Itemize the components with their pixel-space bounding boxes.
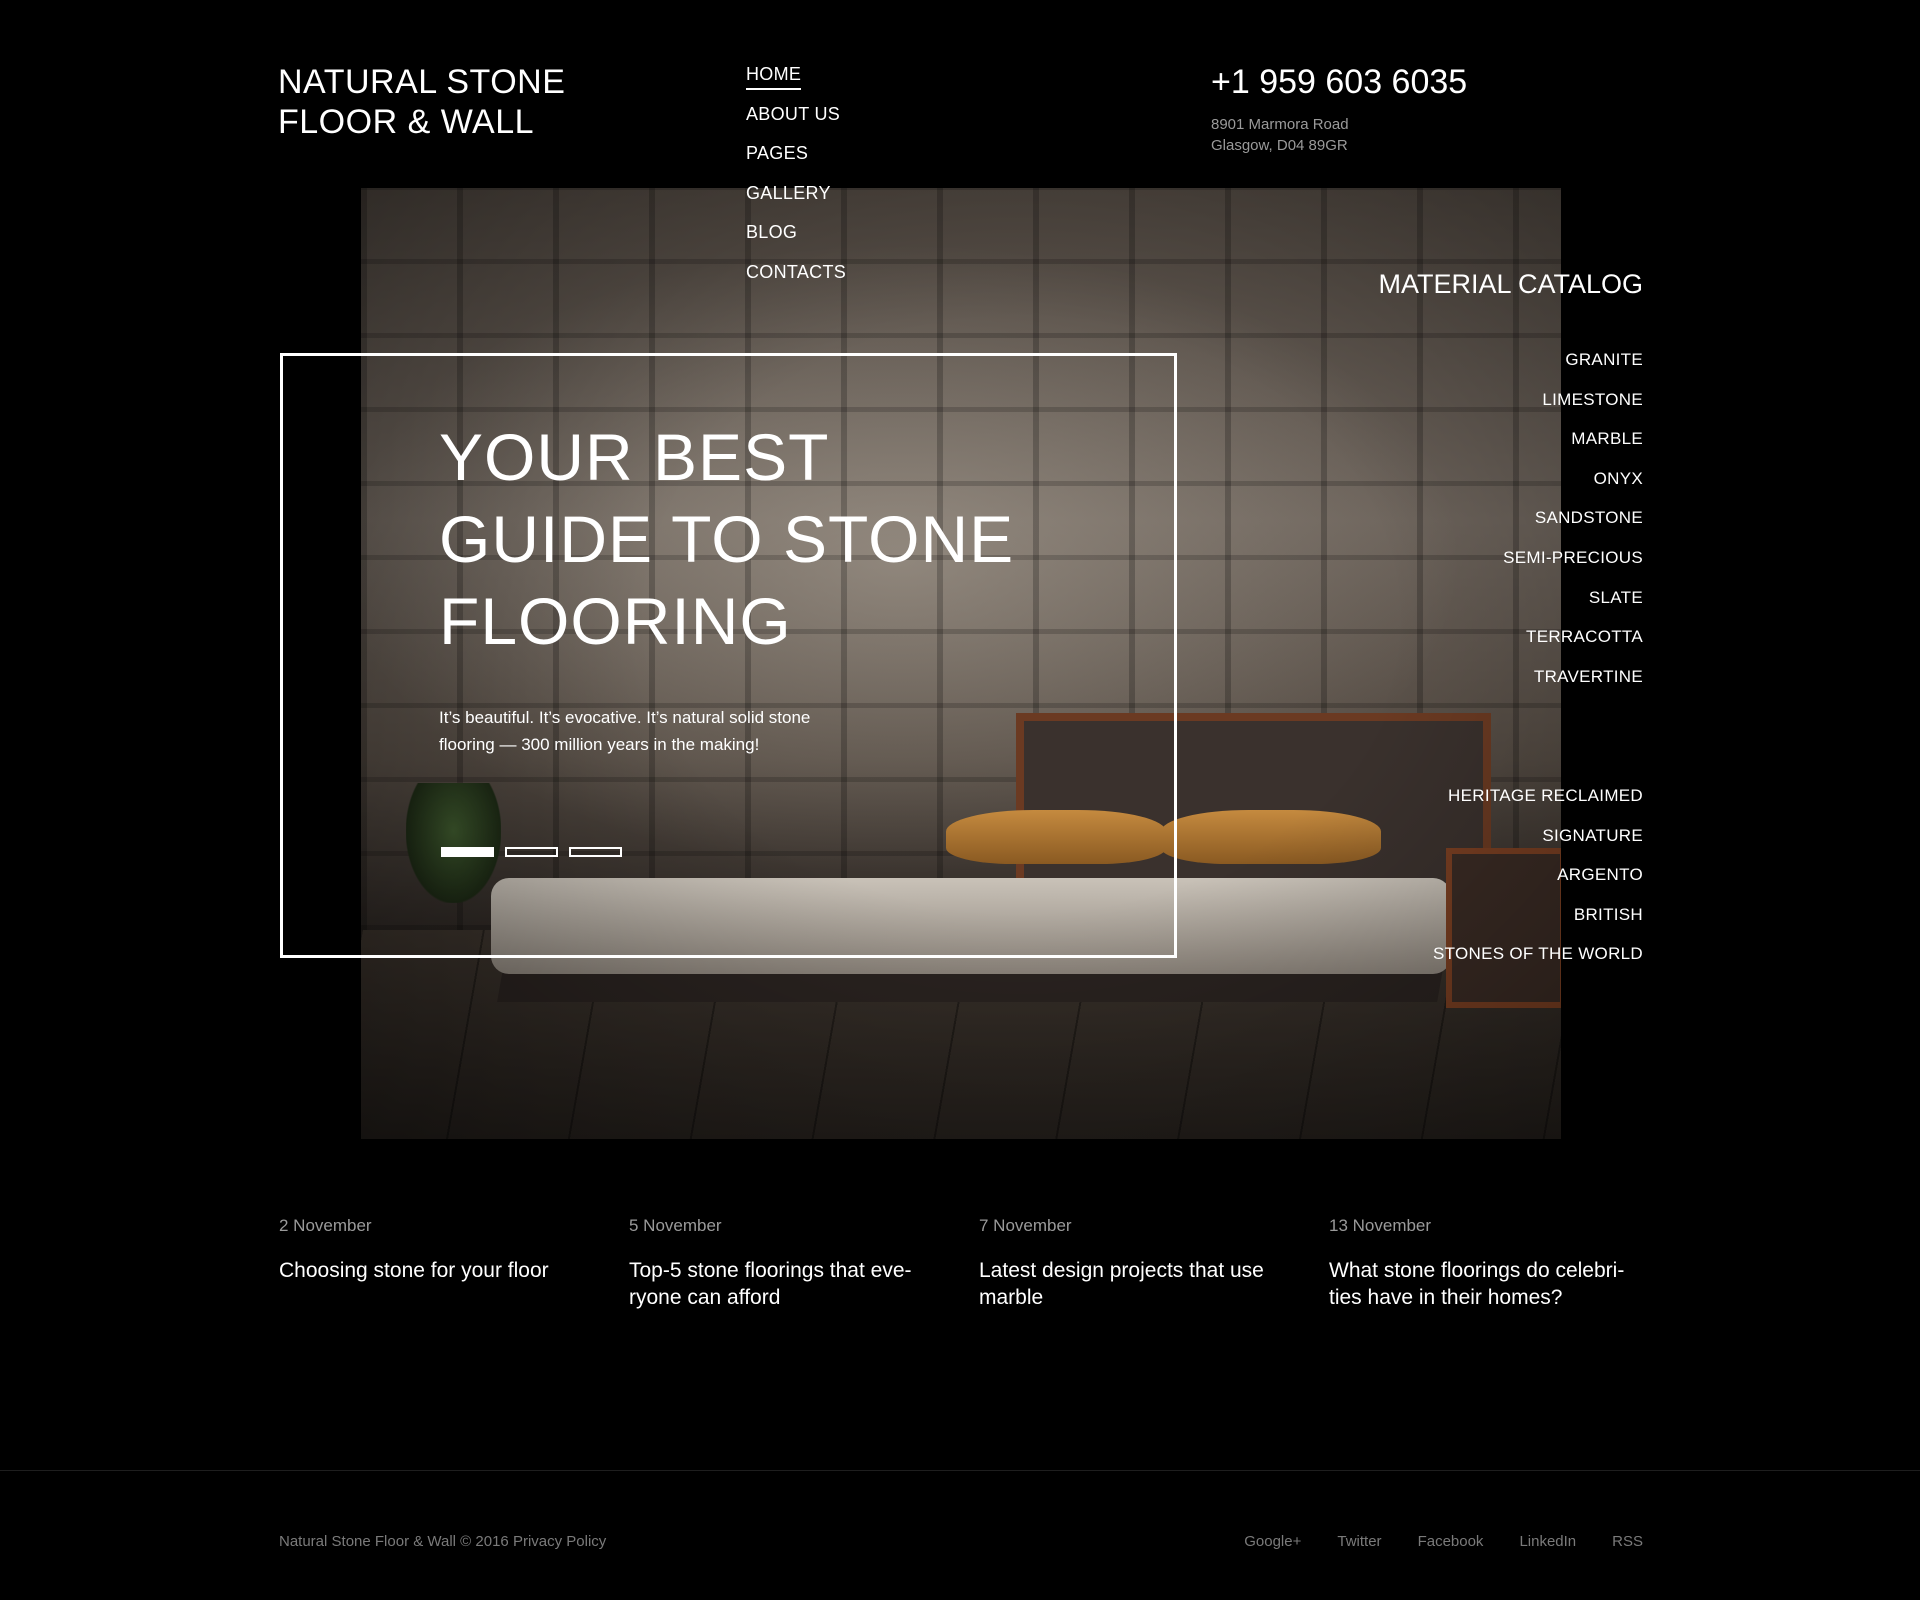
social-link-google-plus[interactable]: Google+ [1244, 1532, 1301, 1552]
post-card: 13 November What stone floorings do cele… [1329, 1215, 1679, 1311]
catalog-item-onyx[interactable]: ONYX [1503, 469, 1643, 509]
catalog-item-granite[interactable]: GRANITE [1503, 350, 1643, 390]
post-date: 7 November [979, 1216, 1072, 1235]
slider-pagination [441, 847, 622, 857]
footer-divider [0, 1470, 1920, 1471]
address-line-1: 8901 Marmora Road [1211, 116, 1349, 133]
collections-list: HERITAGE RECLAIMED SIGNATURE ARGENTO BRI… [1433, 786, 1643, 984]
post-date: 2 November [279, 1216, 372, 1235]
catalog-item-slate[interactable]: SLATE [1503, 588, 1643, 628]
hero-title-line-1: YOUR BEST [439, 420, 830, 494]
collection-item-british[interactable]: BRITISH [1433, 905, 1643, 945]
logo-line-2: FLOOR & WALL [278, 103, 535, 141]
post-card: 5 November Top-5 stone floorings that ev… [629, 1215, 979, 1311]
post-card: 7 November Latest design projects that u… [979, 1215, 1329, 1311]
catalog-item-travertine[interactable]: TRAVERTINE [1503, 667, 1643, 707]
nav-item-pages[interactable]: PAGES [746, 143, 846, 183]
hero-title: YOUR BEST GUIDE TO STONE FLOORING [439, 416, 1014, 662]
hero-text-line-2: flooring — 300 million years in the maki… [439, 735, 760, 754]
catalog-item-semi-precious[interactable]: SEMI-PRECIOUS [1503, 548, 1643, 588]
footer-copyright: Natural Stone Floor & Wall © 2016 Privac… [279, 1532, 606, 1552]
catalog-item-marble[interactable]: MARBLE [1503, 429, 1643, 469]
catalog-item-terracotta[interactable]: TERRACOTTA [1503, 627, 1643, 667]
material-catalog-list: GRANITE LIMESTONE MARBLE ONYX SANDSTONE … [1503, 350, 1643, 706]
post-date: 13 November [1329, 1216, 1432, 1235]
nav-item-blog[interactable]: BLOG [746, 222, 846, 262]
header-contact: +1 959 603 6035 8901 Marmora Road Glasgo… [1211, 62, 1467, 156]
post-date: 5 November [629, 1216, 722, 1235]
nav-item-gallery[interactable]: GALLERY [746, 183, 846, 223]
nav-item-home[interactable]: HOME [746, 64, 846, 104]
blog-posts: 2 November Choosing stone for your floor… [279, 1215, 1679, 1311]
privacy-policy-link[interactable]: Privacy Policy [513, 1533, 606, 1550]
catalog-item-sandstone[interactable]: SANDSTONE [1503, 508, 1643, 548]
social-link-linkedin[interactable]: LinkedIn [1519, 1532, 1576, 1552]
social-link-facebook[interactable]: Facebook [1418, 1532, 1484, 1552]
collection-item-argento[interactable]: ARGENTO [1433, 865, 1643, 905]
slide-indicator-2[interactable] [505, 847, 558, 857]
nav-item-about-us[interactable]: ABOUT US [746, 104, 846, 144]
site-logo[interactable]: NATURAL STONE FLOOR & WALL [278, 62, 565, 142]
address-line-2: Glasgow, D04 89GR [1211, 137, 1348, 154]
logo-line-1: NATURAL STONE [278, 63, 566, 101]
slide-indicator-3[interactable] [569, 847, 622, 857]
collection-item-heritage-reclaimed[interactable]: HERITAGE RECLAIMED [1433, 786, 1643, 826]
social-link-twitter[interactable]: Twitter [1337, 1532, 1381, 1552]
material-catalog-title: MATERIAL CATALOG [1378, 269, 1643, 299]
hero-text-line-1: It’s beautiful. It’s evocative. It’s nat… [439, 708, 811, 727]
hero-description: It’s beautiful. It’s evocative. It’s nat… [439, 704, 909, 758]
phone-number[interactable]: +1 959 603 6035 [1211, 62, 1467, 102]
copyright-text: Natural Stone Floor & Wall © 2016 [279, 1533, 509, 1550]
collection-item-stones-of-the-world[interactable]: STONES OF THE WORLD [1433, 944, 1643, 984]
post-title-link[interactable]: What stone floorings do celebri­ties hav… [1329, 1257, 1639, 1311]
collection-item-signature[interactable]: SIGNATURE [1433, 826, 1643, 866]
post-title-link[interactable]: Latest design projects that use marble [979, 1257, 1289, 1311]
post-title-link[interactable]: Choosing stone for your floor [279, 1257, 589, 1284]
slide-indicator-1[interactable] [441, 847, 494, 857]
nav-item-contacts[interactable]: CONTACTS [746, 262, 846, 302]
hero-title-line-2: GUIDE TO STONE [439, 502, 1015, 576]
social-link-rss[interactable]: RSS [1612, 1532, 1643, 1552]
main-nav: HOME ABOUT US PAGES GALLERY BLOG CONTACT… [746, 64, 846, 302]
post-card: 2 November Choosing stone for your floor [279, 1215, 629, 1311]
address: 8901 Marmora Road Glasgow, D04 89GR [1211, 114, 1467, 156]
social-links: Google+ Twitter Facebook LinkedIn RSS [1244, 1532, 1643, 1552]
catalog-item-limestone[interactable]: LIMESTONE [1503, 390, 1643, 430]
post-title-link[interactable]: Top-5 stone floorings that eve­ryone can… [629, 1257, 939, 1311]
hero-title-line-3: FLOORING [439, 584, 792, 658]
